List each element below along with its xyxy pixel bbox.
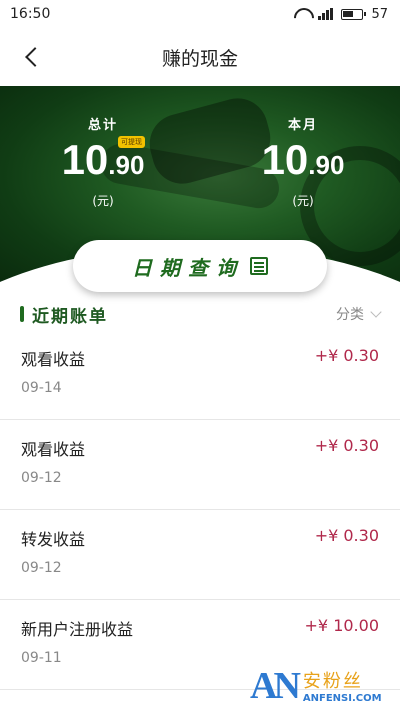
bill-date: 09-12 <box>21 560 62 576</box>
section-title: 近期账单 <box>32 306 108 327</box>
list-item[interactable]: 观看收益 09-14 +¥ 0.30 <box>0 330 400 420</box>
list-item[interactable]: 转发收益 09-12 +¥ 0.30 <box>0 510 400 600</box>
bill-title: 观看收益 <box>21 440 86 459</box>
status-icons: 57 <box>294 7 388 22</box>
total-unit: (元) <box>92 194 114 208</box>
recent-bills-header: 近期账单 分类 <box>0 300 400 328</box>
month-earnings: 本月 10.90 (元) <box>248 114 358 209</box>
bill-amount: +¥ 0.30 <box>314 436 379 455</box>
bill-title: 观看收益 <box>21 350 86 369</box>
battery-icon <box>341 8 367 20</box>
bill-title: 新用户注册收益 <box>21 620 134 639</box>
bill-date: 09-11 <box>21 650 62 666</box>
bill-amount: +¥ 0.30 <box>314 526 379 545</box>
withdrawable-badge: 可提现 <box>118 136 145 148</box>
nav-bar: 赚的现金 <box>0 28 400 86</box>
section-accent-bar <box>20 306 24 322</box>
bill-amount: +¥ 10.00 <box>304 616 379 635</box>
bill-title: 转发收益 <box>21 530 86 549</box>
date-query-label: 日期查询 <box>132 255 244 280</box>
back-button[interactable] <box>22 45 44 69</box>
total-earnings: 总计 10.90 (元) <box>48 114 158 209</box>
calendar-icon <box>250 257 268 275</box>
status-time: 16:50 <box>10 6 51 22</box>
chevron-down-icon <box>370 306 382 318</box>
watermark-logo: AN <box>250 664 301 707</box>
month-label: 本月 <box>287 118 318 133</box>
filter-label: 分类 <box>336 307 364 323</box>
month-unit: (元) <box>292 194 314 208</box>
list-item[interactable]: 观看收益 09-12 +¥ 0.30 <box>0 420 400 510</box>
wifi-icon <box>294 8 310 20</box>
bill-date: 09-14 <box>21 380 62 396</box>
bill-amount: +¥ 0.30 <box>314 346 379 365</box>
date-query-button[interactable]: 日期查询 <box>73 240 327 292</box>
month-value: 10.90 <box>261 136 345 183</box>
signal-icon <box>318 8 334 20</box>
bill-list: 观看收益 09-14 +¥ 0.30 观看收益 09-12 +¥ 0.30 转发… <box>0 330 400 690</box>
watermark: AN 安粉丝 ANFENSI.COM <box>250 660 400 711</box>
page-title: 赚的现金 <box>161 47 238 70</box>
watermark-cn: 安粉丝 <box>302 671 363 692</box>
status-bar: 16:50 57 <box>0 0 400 28</box>
watermark-en: ANFENSI.COM <box>302 693 382 704</box>
bill-date: 09-12 <box>21 470 62 486</box>
category-filter[interactable]: 分类 <box>336 304 382 324</box>
battery-level: 57 <box>371 6 388 22</box>
total-label: 总计 <box>87 118 118 133</box>
